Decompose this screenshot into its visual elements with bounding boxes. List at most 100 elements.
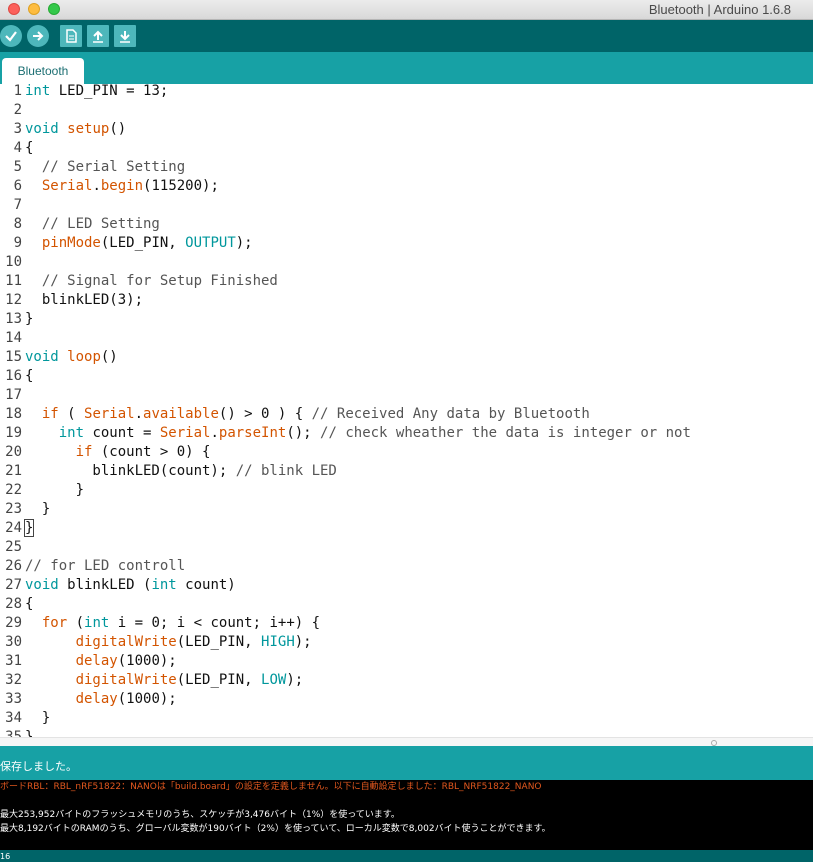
code-line[interactable]: 21 blinkLED(count); // blink LED	[0, 462, 337, 481]
code-token: .	[134, 406, 144, 422]
line-number: 33	[5, 691, 22, 707]
minimize-window-button[interactable]	[28, 3, 40, 15]
toolbar	[0, 20, 813, 52]
line-number: 18	[5, 406, 22, 422]
code-line[interactable]: 23 }	[0, 500, 50, 519]
arrow-up-icon	[93, 30, 103, 43]
code-text: void loop()	[25, 348, 118, 367]
code-text: blinkLED(count); // blink LED	[25, 462, 336, 481]
line-number: 32	[5, 672, 22, 688]
save-button[interactable]	[114, 25, 136, 47]
function-token: if	[75, 444, 93, 460]
code-token: LED_PIN = 13;	[50, 84, 169, 99]
code-token: ()	[109, 121, 127, 137]
code-line[interactable]: 10	[0, 253, 22, 272]
line-number: 15	[5, 349, 22, 365]
code-line[interactable]: 28{	[0, 595, 33, 614]
upload-button[interactable]	[27, 25, 49, 47]
line-number: 28	[5, 596, 22, 612]
line-number: 16	[5, 368, 22, 384]
open-button[interactable]	[87, 25, 109, 47]
code-line[interactable]: 27 void blinkLED (int count)	[0, 576, 236, 595]
line-number: 13	[5, 311, 22, 327]
code-line[interactable]: 25	[0, 538, 22, 557]
code-line[interactable]: 34 }	[0, 709, 50, 728]
line-number: 9	[13, 235, 22, 251]
zoom-window-button[interactable]	[48, 3, 60, 15]
code-text: Serial.begin(115200);	[25, 177, 219, 196]
line-number: 31	[5, 653, 22, 669]
code-line[interactable]: 19 int count = Serial.parseInt(); // che…	[0, 424, 691, 443]
keyword-token: int	[25, 84, 51, 99]
code-line[interactable]: 8 // LED Setting	[0, 215, 160, 234]
function-token: delay	[75, 691, 118, 707]
code-text: delay(1000);	[25, 690, 177, 709]
new-button[interactable]	[60, 25, 82, 47]
function-token: if	[41, 406, 59, 422]
code-text: }	[23, 519, 35, 538]
function-token: pinMode	[41, 235, 101, 251]
line-number: 1	[13, 84, 22, 99]
verify-button[interactable]	[0, 25, 22, 47]
code-line[interactable]: 13}	[0, 310, 33, 329]
code-line[interactable]: 14	[0, 329, 22, 348]
code-line[interactable]: 11 // Signal for Setup Finished	[0, 272, 278, 291]
code-line[interactable]: 33 delay(1000);	[0, 690, 177, 709]
code-text: pinMode(LED_PIN, OUTPUT);	[25, 234, 253, 253]
code-text: {	[25, 595, 33, 614]
code-token: );	[235, 235, 253, 251]
code-line[interactable]: 32 digitalWrite(LED_PIN, LOW);	[0, 671, 303, 690]
code-text: // Serial Setting	[25, 158, 185, 177]
code-line[interactable]: 5 // Serial Setting	[0, 158, 186, 177]
code-token: .	[210, 425, 219, 441]
code-line[interactable]: 15 void loop()	[0, 348, 118, 367]
line-number: 35	[5, 729, 22, 737]
line-number: 10	[5, 254, 22, 270]
horizontal-scrollbar[interactable]	[0, 737, 813, 746]
code-line[interactable]: 24}	[0, 519, 35, 538]
code-line[interactable]: 22 }	[0, 481, 84, 500]
code-line[interactable]: 17	[0, 386, 22, 405]
comment-token: // Signal for Setup Finished	[41, 273, 278, 289]
code-token: {	[25, 140, 34, 156]
code-token: count =	[84, 425, 160, 441]
code-line[interactable]: 26// for LED controll	[0, 557, 185, 576]
close-window-button[interactable]	[8, 3, 20, 15]
code-token: (115200);	[143, 178, 219, 194]
code-editor[interactable]: 1 int LED_PIN = 13; 2 3 void setup() 4{5 // S…	[0, 84, 813, 737]
window-title: Bluetooth | Arduino 1.6.8	[648, 2, 791, 17]
code-line[interactable]: 9 pinMode(LED_PIN, OUTPUT);	[0, 234, 253, 253]
tab-bluetooth[interactable]: Bluetooth	[2, 58, 84, 84]
code-line[interactable]: 1 int LED_PIN = 13;	[0, 84, 169, 101]
code-text: {	[25, 139, 33, 158]
code-line[interactable]: 6 Serial.begin(115200);	[0, 177, 219, 196]
check-icon	[5, 31, 17, 42]
code-text: int LED_PIN = 13;	[25, 84, 168, 101]
code-line[interactable]: 31 delay(1000);	[0, 652, 177, 671]
code-line[interactable]: 35}	[0, 728, 33, 737]
code-token: (1000);	[117, 653, 177, 669]
code-line[interactable]: 16{	[0, 367, 33, 386]
code-line[interactable]: 12 blinkLED(3);	[0, 291, 143, 310]
code-line[interactable]: 7	[0, 196, 22, 215]
comment-token: // Received Any data by Bluetooth	[311, 406, 590, 422]
code-line[interactable]: 2	[0, 101, 22, 120]
code-line[interactable]: 30 digitalWrite(LED_PIN, HIGH);	[0, 633, 311, 652]
line-number: 7	[13, 197, 22, 213]
keyword-token: LOW	[261, 672, 287, 688]
title-bar: Bluetooth | Arduino 1.6.8	[0, 0, 813, 20]
code-text: blinkLED(3);	[25, 291, 143, 310]
tab-bar: Bluetooth	[0, 52, 813, 84]
code-line[interactable]: 18 if ( Serial.available() > 0 ) { // Re…	[0, 405, 590, 424]
code-line[interactable]: 20 if (count > 0) {	[0, 443, 210, 462]
comment-token: // for LED controll	[25, 558, 186, 574]
code-line[interactable]: 4{	[0, 139, 34, 158]
code-line[interactable]: 29 for (int i = 0; i < count; i++) {	[0, 614, 320, 633]
code-line[interactable]: 3 void setup()	[0, 120, 127, 139]
